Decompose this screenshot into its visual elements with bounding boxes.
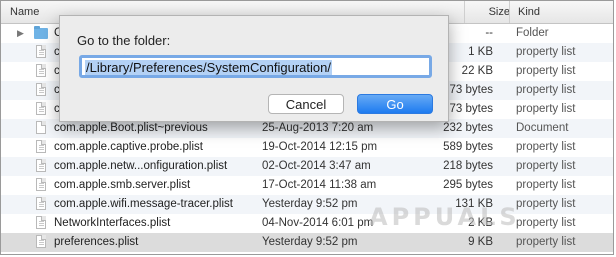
- file-name: com.apple.wifi.message-tracer.plist: [54, 198, 233, 210]
- go-button[interactable]: Go: [357, 94, 433, 114]
- file-name: com.apple.smb.server.plist: [54, 179, 191, 191]
- file-date: 19-Oct-2014 12:15 pm: [262, 141, 378, 153]
- plist-icon: [36, 83, 46, 96]
- list-item[interactable]: com.apple.captive.probe.plist 19-Oct-201…: [1, 138, 613, 157]
- file-name: com.apple.captive.probe.plist: [54, 141, 203, 153]
- list-item[interactable]: com.apple.smb.server.plist 17-Oct-2014 1…: [1, 176, 613, 195]
- file-kind: property list: [516, 179, 576, 191]
- file-kind: property list: [516, 84, 576, 96]
- file-size: 218 bytes: [443, 160, 493, 172]
- list-item[interactable]: preferences.plist Yesterday 9:52 pm 9 KB…: [1, 233, 613, 252]
- watermark-logo: APPUALS: [369, 179, 519, 241]
- plist-icon: [36, 197, 46, 210]
- finder-window: Name Size Kind ▶ C -- Folder c 1 KB prop…: [0, 0, 614, 255]
- file-date: Yesterday 9:52 pm: [262, 198, 358, 210]
- file-name: com.apple.netw...onfiguration.plist: [54, 160, 228, 172]
- file-kind: property list: [516, 103, 576, 115]
- plist-icon: [36, 159, 46, 172]
- list-item[interactable]: com.apple.wifi.message-tracer.plist Yest…: [1, 195, 613, 214]
- plist-icon: [36, 178, 46, 191]
- list-item[interactable]: NetworkInterfaces.plist 04-Nov-2014 6:01…: [1, 214, 613, 233]
- plist-icon: [36, 216, 46, 229]
- file-kind: property list: [516, 46, 576, 58]
- file-date: 02-Oct-2014 3:47 am: [262, 160, 371, 172]
- file-kind: property list: [516, 236, 576, 248]
- file-kind: property list: [516, 217, 576, 229]
- file-kind: property list: [516, 198, 576, 210]
- file-kind: Document: [516, 122, 569, 134]
- file-name: preferences.plist: [54, 236, 139, 248]
- list-item[interactable]: com.apple.netw...onfiguration.plist 02-O…: [1, 157, 613, 176]
- file-kind: property list: [516, 65, 576, 77]
- plist-icon: [36, 64, 46, 77]
- plist-icon: [36, 235, 46, 248]
- column-name-header[interactable]: Name: [10, 1, 39, 23]
- file-kind: Folder: [516, 27, 549, 39]
- plist-icon: [36, 102, 46, 115]
- folder-icon: [34, 26, 48, 39]
- file-name: NetworkInterfaces.plist: [54, 217, 171, 229]
- folder-path-value[interactable]: /Library/Preferences/SystemConfiguration…: [85, 60, 332, 75]
- file-date: Yesterday 9:52 pm: [262, 236, 358, 248]
- file-size: 589 bytes: [443, 141, 493, 153]
- cancel-button[interactable]: Cancel: [268, 94, 344, 114]
- go-to-folder-dialog: Go to the folder: /Library/Preferences/S…: [59, 15, 449, 122]
- watermark-text: APPUALS: [369, 203, 521, 231]
- document-icon: [36, 121, 46, 134]
- file-kind: property list: [516, 141, 576, 153]
- folder-path-input[interactable]: /Library/Preferences/SystemConfiguration…: [79, 55, 432, 78]
- file-date: 17-Oct-2014 11:38 am: [262, 179, 377, 191]
- plist-icon: [36, 45, 46, 58]
- file-date: 04-Nov-2014 6:01 pm: [262, 217, 374, 229]
- plist-icon: [36, 140, 46, 153]
- file-kind: property list: [516, 160, 576, 172]
- dialog-title: Go to the folder:: [77, 33, 171, 48]
- column-kind-header[interactable]: Kind: [509, 1, 540, 23]
- disclosure-triangle-icon[interactable]: ▶: [17, 24, 27, 43]
